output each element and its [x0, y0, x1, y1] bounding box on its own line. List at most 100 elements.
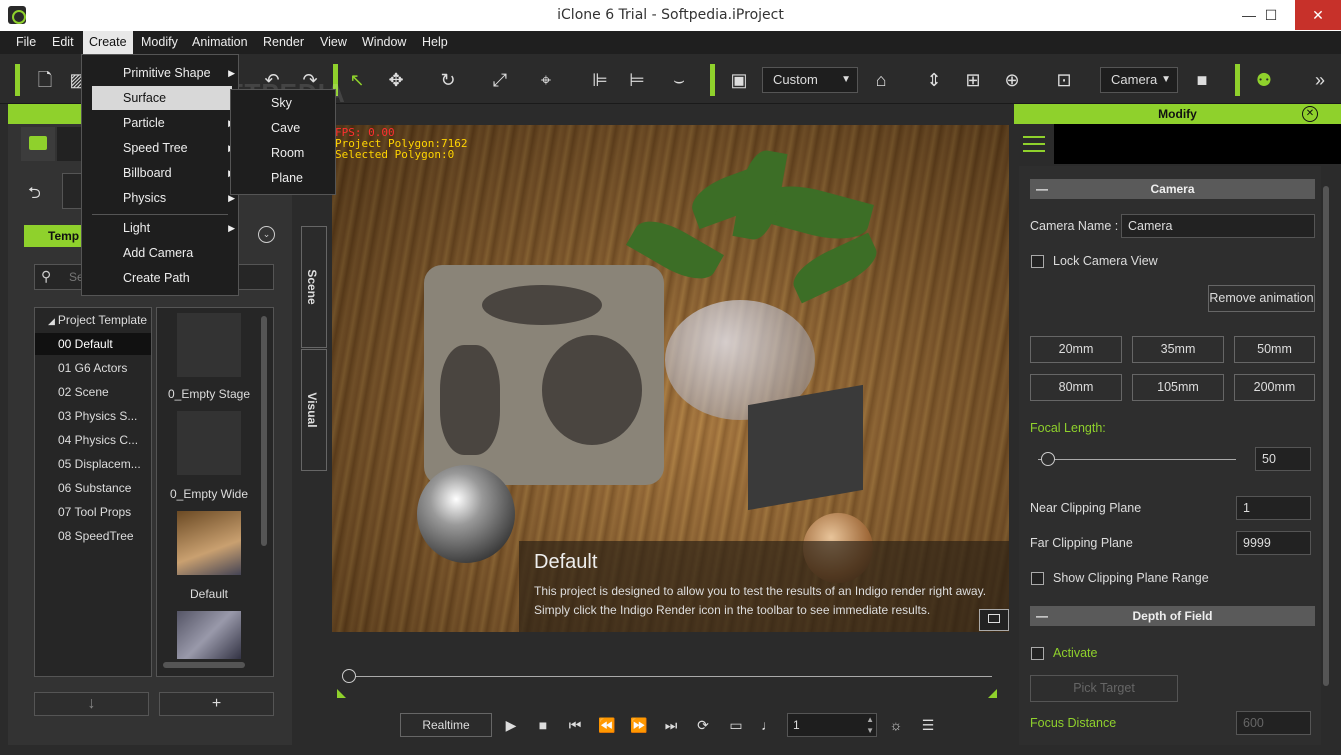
tree-item[interactable]: 08 SpeedTree	[35, 525, 151, 547]
move-icon[interactable]: ✥	[384, 68, 408, 92]
camera-name-input[interactable]: Camera	[1121, 214, 1315, 238]
menu-item-billboard[interactable]: Billboard▶	[83, 161, 235, 185]
align-icon[interactable]: ⊨	[625, 68, 649, 92]
video-camera-icon[interactable]: ■	[1190, 68, 1214, 92]
tab-visual[interactable]: Visual	[301, 349, 327, 471]
menu-window[interactable]: Window	[356, 31, 412, 54]
close-button[interactable]: ✕	[1295, 0, 1341, 30]
timeline-scrubber[interactable]	[342, 669, 356, 683]
chrome-sphere-object[interactable]	[417, 465, 515, 563]
depth-of-field-section-header[interactable]: — Depth of Field	[1030, 606, 1315, 626]
menu-item-light[interactable]: Light ▶	[83, 216, 235, 240]
eye-hide-icon[interactable]: ⌣	[667, 68, 691, 92]
menu-item-create-path[interactable]: Create Path	[83, 266, 227, 290]
more-tools-icon[interactable]: »	[1308, 68, 1332, 92]
download-button[interactable]: ↓	[34, 692, 149, 716]
near-clip-input[interactable]: 1	[1236, 496, 1311, 520]
tree-item[interactable]: 05 Displacem...	[35, 453, 151, 475]
remove-animation-button[interactable]: Remove animation	[1208, 285, 1315, 312]
menu-item-physics[interactable]: Physics ▶	[83, 186, 235, 210]
character-icon[interactable]: ⚉	[1252, 68, 1276, 92]
thumbnail-empty-wide[interactable]	[177, 411, 241, 475]
frame-number-input[interactable]: 1 ▲ ▼	[787, 713, 877, 737]
viewport-layout-icon[interactable]: ▣	[727, 68, 751, 92]
home-icon[interactable]: ⌂	[869, 68, 893, 92]
pick-target-button[interactable]: Pick Target	[1030, 675, 1178, 702]
tree-root[interactable]: ◢ Project Template	[35, 309, 151, 331]
menu-create[interactable]: Create	[83, 31, 133, 54]
tab-scene[interactable]: Scene	[301, 226, 327, 348]
tree-item[interactable]: 02 Scene	[35, 381, 151, 403]
lens-80mm-button[interactable]: 80mm	[1030, 374, 1122, 401]
subtitle-icon[interactable]: ▭	[727, 716, 745, 734]
lens-50mm-button[interactable]: 50mm	[1234, 336, 1315, 363]
camera-section-header[interactable]: — Camera	[1030, 179, 1315, 199]
menu-item-surface[interactable]: Surface▶	[92, 86, 240, 110]
loop-icon[interactable]: ⟳	[694, 716, 712, 734]
show-clip-range-checkbox[interactable]	[1031, 572, 1044, 585]
focal-length-input[interactable]: 50	[1255, 447, 1311, 471]
menu-animation[interactable]: Animation	[186, 31, 254, 54]
focal-length-slider[interactable]	[1038, 459, 1236, 460]
submenu-item-cave[interactable]: Cave	[231, 116, 335, 141]
thumbnail-empty-stage[interactable]	[177, 313, 241, 377]
fast-forward-icon[interactable]: ⏩	[630, 716, 648, 734]
comment-icon[interactable]	[979, 609, 1009, 631]
back-icon[interactable]: ⮌	[28, 182, 41, 209]
zoom-extents-icon[interactable]: ⊡	[1052, 68, 1076, 92]
focus-distance-input[interactable]: 600	[1236, 711, 1311, 735]
maximize-button[interactable]: ☐	[1249, 0, 1293, 30]
menu-item-particle[interactable]: Particle▶	[83, 111, 235, 135]
scale-icon[interactable]: ⤢	[488, 68, 512, 92]
skip-to-end-icon[interactable]: ⏭	[662, 716, 680, 734]
activate-dof-checkbox[interactable]	[1031, 647, 1044, 660]
lens-200mm-button[interactable]: 200mm	[1234, 374, 1315, 401]
submenu-item-plane[interactable]: Plane	[231, 166, 335, 191]
select-arrow-icon[interactable]: ↖	[345, 68, 369, 92]
align-left-icon[interactable]: ⊫	[588, 68, 612, 92]
lens-105mm-button[interactable]: 105mm	[1132, 374, 1224, 401]
menu-help[interactable]: Help	[416, 31, 454, 54]
orbit-icon[interactable]: ⊕	[1000, 68, 1024, 92]
audio-note-icon[interactable]: ♩	[759, 716, 777, 734]
menu-item-add-camera[interactable]: Add Camera	[83, 241, 227, 265]
submenu-item-room[interactable]: Room	[231, 141, 335, 166]
lens-20mm-button[interactable]: 20mm	[1030, 336, 1122, 363]
tree-item[interactable]: 03 Physics S...	[35, 405, 151, 427]
close-icon[interactable]: ✕	[1302, 106, 1318, 122]
folder-tab-icon[interactable]	[21, 127, 55, 161]
collapse-icon[interactable]: ⌄	[258, 226, 275, 243]
realtime-button[interactable]: Realtime	[400, 713, 492, 737]
menu-item-primitive-shape[interactable]: Primitive Shape ▶	[83, 61, 235, 85]
lock-camera-checkbox[interactable]	[1031, 255, 1044, 268]
tree-item[interactable]: 01 G6 Actors	[35, 357, 151, 379]
fit-all-icon[interactable]: ⊞	[961, 68, 985, 92]
timeline-panel-icon[interactable]: ☰	[919, 716, 937, 734]
camera-combo[interactable]: Camera ▼	[1100, 67, 1178, 93]
sliders-icon[interactable]	[1014, 124, 1054, 164]
menu-item-speed-tree[interactable]: Speed Tree▶	[83, 136, 235, 160]
timeline-end-marker[interactable]	[988, 689, 997, 698]
menu-view[interactable]: View	[314, 31, 353, 54]
add-button[interactable]: +	[159, 692, 274, 716]
menu-render[interactable]: Render	[257, 31, 310, 54]
rewind-icon[interactable]: ⏪	[598, 716, 616, 734]
fit-vertical-icon[interactable]: ⇕	[922, 68, 946, 92]
skip-to-start-icon[interactable]: ⏮	[566, 716, 584, 734]
tree-item[interactable]: 07 Tool Props	[35, 501, 151, 523]
focal-length-slider-handle[interactable]	[1040, 452, 1055, 466]
thumbnail-default[interactable]	[177, 511, 241, 575]
timeline-track[interactable]	[348, 676, 992, 677]
rubiks-cube-object[interactable]	[748, 384, 863, 511]
submenu-item-sky[interactable]: Sky	[231, 91, 335, 116]
thumbnail-scrollbar[interactable]	[261, 316, 267, 546]
menu-modify[interactable]: Modify	[135, 31, 184, 54]
settings-sun-icon[interactable]: ☼	[887, 716, 905, 734]
tree-item[interactable]: 00 Default	[35, 333, 151, 355]
tree-item[interactable]: 06 Substance	[35, 477, 151, 499]
play-icon[interactable]: ▶	[502, 716, 520, 734]
stone-cube-object[interactable]	[424, 265, 664, 485]
timeline-start-marker[interactable]	[337, 689, 346, 698]
frame-stepper-icon[interactable]: ▲ ▼	[866, 714, 874, 736]
far-clip-input[interactable]: 9999	[1236, 531, 1311, 555]
